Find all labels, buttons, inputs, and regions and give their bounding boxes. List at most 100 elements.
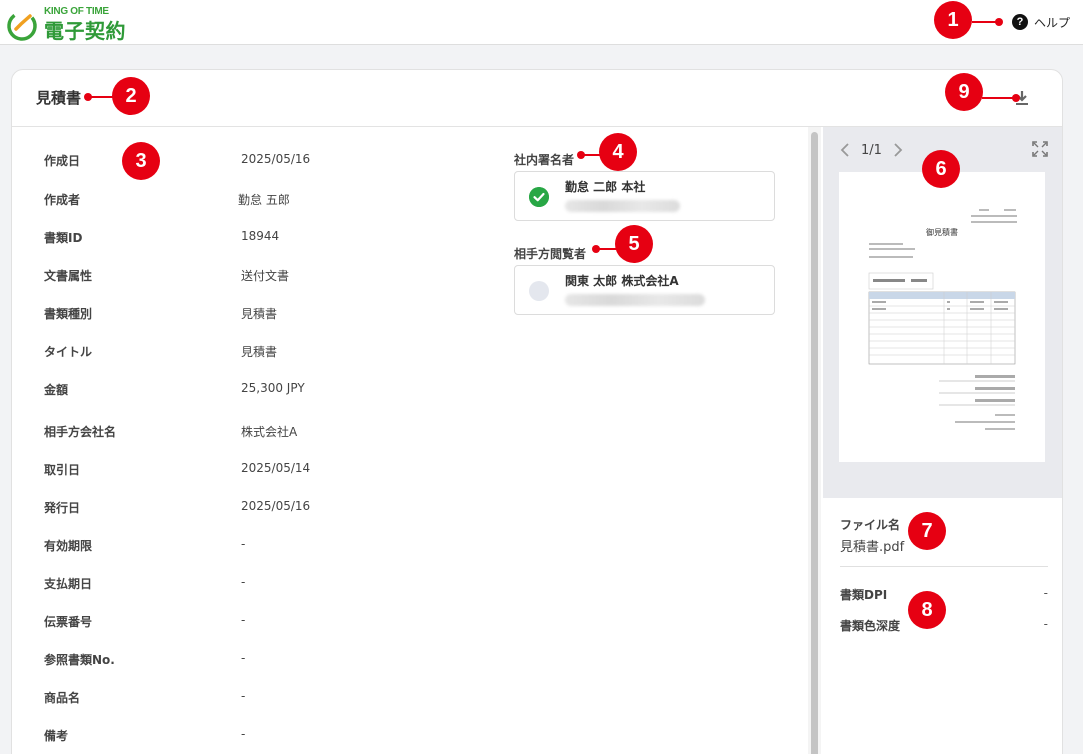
thumbnail-document-image: 御見積書	[868, 209, 1017, 430]
callout-4: 4	[599, 133, 637, 171]
prop-label: 書類種別	[44, 307, 93, 321]
prop-row: 書類ID 18944	[12, 229, 512, 249]
document-properties: 作成日 2025/05/16 作成者 勤怠 五郎 書類ID 18944 文書属性…	[12, 127, 512, 754]
page-indicator: 1/1	[861, 142, 882, 158]
callout-7: 7	[908, 512, 946, 550]
prop-label: 参照書類No.	[44, 653, 115, 667]
external-viewer-name: 関東 太郎 株式会社A	[565, 274, 679, 288]
divider	[840, 566, 1048, 567]
signed-check-icon	[529, 187, 549, 207]
chevron-left-icon[interactable]	[839, 142, 853, 158]
prop-label: 商品名	[44, 691, 81, 705]
prop-label: 相手方会社名	[44, 425, 117, 439]
prop-label: 金額	[44, 383, 69, 397]
prop-row: 取引日 2025/05/14	[12, 461, 512, 481]
prop-row: 相手方会社名 株式会社A	[12, 423, 512, 443]
help-link[interactable]: ? ヘルプ	[1011, 13, 1070, 31]
prop-value: 見積書	[241, 307, 278, 321]
file-name-value: 見積書.pdf	[840, 540, 905, 555]
document-detail-card: 見積書 作成日 2025/05/16 作成者 勤怠 五郎 書類ID 18944 …	[11, 69, 1063, 754]
chevron-right-icon[interactable]	[890, 142, 904, 158]
fullscreen-icon[interactable]	[1032, 141, 1048, 157]
logo-main-text: 電子契約	[44, 19, 126, 43]
blurred-email	[565, 294, 705, 306]
prop-row: 有効期限 -	[12, 537, 512, 557]
callout-6: 6	[922, 150, 960, 188]
page-navigator: 1/1	[839, 141, 904, 159]
prop-row: 作成者 勤怠 五郎	[12, 191, 512, 211]
color-depth-label: 書類色深度	[840, 619, 901, 633]
prop-label: 有効期限	[44, 539, 93, 553]
callout-dot	[1012, 94, 1020, 102]
prop-value: 2025/05/16	[241, 152, 311, 166]
prop-value: 勤怠 五郎	[238, 193, 290, 207]
thumbnail-title: 御見積書	[926, 227, 958, 237]
prop-row: 伝票番号 -	[12, 613, 512, 633]
color-depth-value: -	[1043, 617, 1048, 631]
prop-row: 参照書類No. -	[12, 651, 512, 671]
callout-line	[982, 97, 1016, 99]
prop-row: 作成日 2025/05/16	[12, 152, 512, 172]
prop-row: 金額 25,300 JPY	[12, 381, 512, 401]
prop-label: 作成日	[44, 154, 81, 168]
prop-value: -	[241, 689, 246, 703]
callout-5: 5	[615, 225, 653, 263]
internal-signer-card[interactable]: 勤怠 二郎 本社	[514, 171, 775, 221]
callout-dot	[995, 18, 1003, 26]
callout-3: 3	[122, 142, 160, 180]
internal-signer-name: 勤怠 二郎 本社	[565, 180, 646, 194]
app-header: KING OF TIME 電子契約 ? ヘルプ	[0, 0, 1083, 45]
app-logo[interactable]: KING OF TIME 電子契約	[6, 6, 126, 43]
help-icon: ?	[1011, 14, 1028, 30]
prop-value: -	[241, 537, 246, 551]
prop-value: 2025/05/16	[241, 499, 311, 513]
prop-label: 備考	[44, 729, 69, 743]
prop-value: 送付文書	[241, 269, 290, 283]
scrollbar[interactable]	[811, 132, 818, 754]
prop-value: 株式会社A	[241, 425, 298, 439]
prop-label: 作成者	[44, 193, 81, 207]
card-header: 見積書	[12, 70, 1062, 127]
prop-row: 書類種別 見積書	[12, 305, 512, 325]
callout-dot	[84, 93, 92, 101]
prop-value: -	[241, 613, 246, 627]
help-label: ヘルプ	[1033, 15, 1070, 30]
prop-value: 2025/05/14	[241, 461, 311, 475]
callout-2: 2	[112, 77, 150, 115]
prop-value: -	[241, 651, 246, 665]
callout-dot	[577, 151, 585, 159]
external-viewer-card[interactable]: 関東 太郎 株式会社A	[514, 265, 775, 315]
prop-value: 25,300 JPY	[241, 381, 305, 395]
prop-value: 見積書	[241, 345, 278, 359]
callout-1: 1	[934, 1, 972, 39]
dpi-label: 書類DPI	[840, 588, 888, 602]
prop-label: 書類ID	[44, 231, 83, 245]
prop-row: 文書属性 送付文書	[12, 267, 512, 287]
dpi-value: -	[1043, 586, 1048, 600]
prop-label: 支払期日	[44, 577, 93, 591]
prop-row: 備考 -	[12, 727, 512, 747]
document-title: 見積書	[36, 89, 82, 107]
prop-row: 発行日 2025/05/16	[12, 499, 512, 519]
prop-value: -	[241, 727, 246, 741]
prop-row: タイトル 見積書	[12, 343, 512, 363]
callout-dot	[592, 245, 600, 253]
logo-icon	[7, 11, 37, 41]
external-viewer-label: 相手方閲覧者	[514, 247, 587, 261]
prop-row: 支払期日 -	[12, 575, 512, 595]
pending-status-icon	[529, 281, 549, 301]
prop-row: 商品名 -	[12, 689, 512, 709]
callout-9: 9	[945, 73, 983, 111]
internal-signer-label: 社内署名者	[514, 153, 575, 167]
prop-label: 文書属性	[44, 269, 93, 283]
prop-value: 18944	[241, 229, 280, 243]
prop-value: -	[241, 575, 246, 589]
callout-8: 8	[908, 591, 946, 629]
prop-label: 伝票番号	[44, 615, 93, 629]
prop-label: タイトル	[44, 345, 93, 359]
prop-label: 取引日	[44, 463, 81, 477]
prop-label: 発行日	[44, 501, 81, 515]
blurred-email	[565, 200, 680, 212]
page-thumbnail[interactable]: 御見積書	[839, 172, 1045, 462]
file-name-label: ファイル名	[840, 518, 901, 532]
